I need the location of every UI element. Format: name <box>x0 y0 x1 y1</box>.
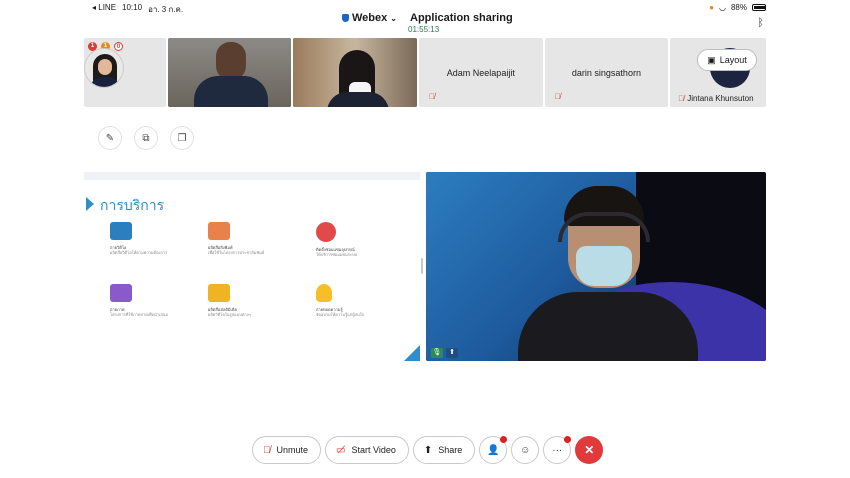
slide-marker-icon <box>86 197 94 211</box>
start-video-button[interactable]: ▭̸ Start Video <box>325 436 409 464</box>
more-options-button[interactable]: ··· <box>543 436 572 464</box>
meeting-title: Application sharing <box>410 12 513 24</box>
lightbulb-icon <box>316 284 332 302</box>
start-video-label: Start Video <box>351 445 396 455</box>
service-desc: ผลิตวิดีโอในรูปแบบต่างๆ <box>208 312 251 317</box>
notification-dot <box>564 436 572 443</box>
layout-button[interactable]: ▣ Layout <box>697 49 757 71</box>
video-camera-icon <box>110 222 132 240</box>
resize-handle[interactable] <box>421 258 423 274</box>
slide-corner-decoration <box>404 345 420 361</box>
swap-view-icon[interactable]: ❐ <box>170 126 194 150</box>
service-desc: โครงการที่ใช้ภาพถ่ายเพื่อนำเสนอ <box>110 312 168 317</box>
participant-strip: 1 1 0 Adam Neelapaijit 🎙̸ darin singsath… <box>84 38 766 107</box>
image-icon <box>208 222 230 240</box>
service-item: ติดตั้งซ่อมแซมอุปกรณ์ ให้บริการซ่อมแซมระ… <box>316 222 408 257</box>
play-circle-icon <box>316 222 336 242</box>
speaker-mask <box>576 246 632 286</box>
app-name: Webex <box>352 12 388 24</box>
participant-name: Jintana Khunsuton <box>687 94 754 103</box>
chevron-down-icon: ⌄ <box>390 13 397 23</box>
mic-muted-icon: 🎙̸ <box>554 92 561 101</box>
service-item: ถ่ายภาพ โครงการที่ใช้ภาพถ่ายเพื่อนำเสนอ <box>110 284 202 317</box>
smiley-icon: ☺ <box>520 444 531 456</box>
film-icon <box>208 284 230 302</box>
service-desc: เพื่อใช้ในโครงการประชาสัมพันธ์ <box>208 250 265 255</box>
share-icon: ⬆ <box>423 444 433 456</box>
participant-tile-darin[interactable]: darin singsathorn 🎙̸ <box>544 38 669 107</box>
share-button[interactable]: ⬆ Share <box>412 436 476 464</box>
leave-meeting-button[interactable]: ✕ <box>575 436 604 464</box>
participants-button[interactable]: 👤 <box>479 436 508 464</box>
shield-icon <box>342 14 349 22</box>
service-desc: จัดอบรมให้ความรู้แก่ผู้สนใจ <box>316 312 365 317</box>
share-label: Share <box>438 445 463 455</box>
layout-button-label: Layout <box>719 55 747 65</box>
reactions-button[interactable]: ☺ <box>511 436 540 464</box>
unmute-button[interactable]: 🎙̸ Unmute <box>252 436 322 464</box>
service-item: ถ่ายวิดีโอ ผลิตสื่อวิดีโอให้ตามความต้องก… <box>110 222 202 255</box>
mic-muted-icon: 🎙̸ <box>429 92 435 101</box>
camera-icon <box>110 284 132 302</box>
mic-muted-icon: 🎙̸ <box>678 94 685 103</box>
participants-icon: 👤 <box>487 444 500 456</box>
participant-head <box>215 42 246 80</box>
badge: 0 <box>114 42 123 51</box>
service-item: ผลิตสื่อมัลติมีเดีย ผลิตวิดีโอในรูปแบบต่… <box>208 284 300 317</box>
layout-icon: ▣ <box>707 54 716 65</box>
active-speaker-video[interactable]: 🎙 ⬆ <box>426 172 766 361</box>
notification-dot <box>500 436 508 443</box>
title-bar: Webex ⌄ Application sharing 01:55:13 ᛒ <box>0 10 850 36</box>
service-desc: ให้บริการซ่อมแซมระบบ <box>316 252 358 257</box>
headset-icon <box>558 212 650 242</box>
annotate-icon[interactable]: ✎ <box>98 126 122 150</box>
slide-header-band <box>84 172 420 180</box>
mic-on-icon: 🎙 <box>431 348 443 358</box>
participant-body <box>193 76 268 107</box>
meeting-timer: 01:55:13 <box>408 25 440 34</box>
annotation-toolbar: ✎ ⧉ ❐ <box>98 126 194 150</box>
avatar <box>84 48 124 88</box>
unmute-label: Unmute <box>276 445 309 455</box>
more-icon: ··· <box>552 444 563 456</box>
webex-menu[interactable]: Webex ⌄ <box>342 12 397 24</box>
close-icon: ✕ <box>584 443 595 457</box>
share-screen-icon[interactable]: ⧉ <box>134 126 158 150</box>
participant-name: Adam Neelapaijit <box>446 68 515 78</box>
screen-share-icon: ⬆ <box>446 348 458 358</box>
speaker-body <box>518 292 698 361</box>
mic-muted-icon: 🎙̸ <box>263 444 271 456</box>
meeting-controls: 🎙̸ Unmute ▭̸ Start Video ⬆ Share 👤 ☺ ···… <box>252 436 604 464</box>
service-item: ผลิตสื่อสิ่งพิมพ์ เพื่อใช้ในโครงการประชา… <box>208 222 300 255</box>
service-desc: ผลิตสื่อวิดีโอให้ตามความต้องการ <box>110 250 168 255</box>
participant-name: darin singsathorn <box>571 68 641 78</box>
service-item: ถ่ายทอดความรู้ จัดอบรมให้ความรู้แก่ผู้สน… <box>316 284 408 317</box>
slide-title: การบริการ <box>100 199 165 214</box>
participant-tile-video-2[interactable] <box>293 38 417 107</box>
shared-content[interactable]: การบริการ ถ่ายวิดีโอ ผลิตสื่อวิดีโอให้ตา… <box>84 172 420 361</box>
participant-label: 🎙̸ Jintana Khunsuton <box>678 94 753 103</box>
video-off-icon: ▭̸ <box>336 444 346 456</box>
speaker-status: 🎙 ⬆ <box>431 348 458 358</box>
participant-tile-adam[interactable]: Adam Neelapaijit 🎙̸ <box>419 38 543 107</box>
bluetooth-icon[interactable]: ᛒ <box>757 17 764 29</box>
participant-tile-video-1[interactable] <box>167 38 292 107</box>
participant-tile-self[interactable]: 1 1 0 <box>84 38 166 107</box>
